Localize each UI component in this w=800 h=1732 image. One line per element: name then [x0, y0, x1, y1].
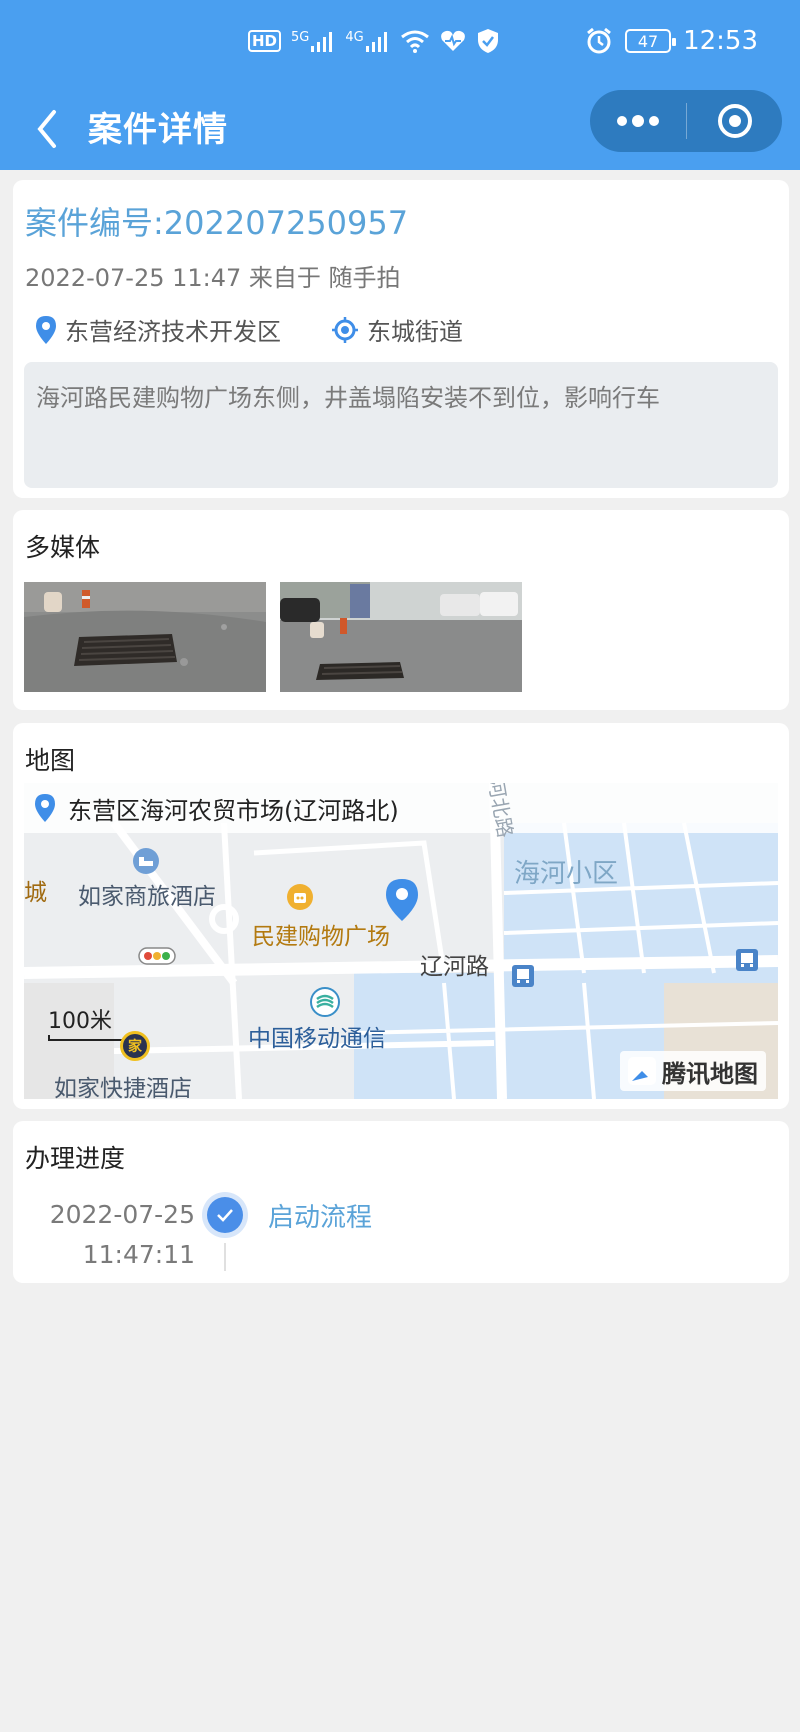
district-label: 东营经济技术开发区	[65, 318, 281, 346]
progress-date: 2022-07-25	[49, 1200, 195, 1229]
wifi-icon	[400, 30, 429, 53]
miniprogram-capsule	[590, 90, 782, 152]
media-card: 多媒体	[13, 510, 789, 710]
map-label-road1: 辽河路	[420, 954, 489, 980]
status-right: 47 12:53	[585, 26, 758, 56]
map-label-city: 城	[24, 880, 47, 906]
case-number: 案件编号:202207250957	[25, 204, 409, 242]
chevron-left-icon[interactable]	[28, 104, 68, 154]
tencent-map-badge: 腾讯地图	[620, 1051, 766, 1091]
district-tag: 东营经济技术开发区	[35, 312, 281, 347]
shield-icon	[477, 29, 498, 53]
close-button[interactable]	[687, 90, 782, 152]
photo-thumbnail-2[interactable]	[280, 582, 522, 692]
battery-level: 47	[637, 31, 659, 51]
street-tag: 东城街道	[331, 312, 463, 347]
bus-stop-icon	[736, 949, 758, 971]
progress-datetime: 2022-07-25 11:47:11	[50, 1195, 195, 1275]
shopping-icon	[287, 884, 313, 910]
signal-5g-icon: 5G	[291, 30, 335, 52]
map-label-hotel1: 如家商旅酒店	[78, 884, 216, 910]
more-button[interactable]	[590, 90, 686, 152]
case-info-card: 案件编号:202207250957 2022-07-25 11:47 来自于 随…	[13, 180, 789, 498]
photo-thumbnail-1[interactable]	[24, 582, 266, 692]
alarm-icon	[587, 27, 611, 54]
location-row: 东营经济技术开发区 东城街道	[35, 312, 513, 347]
tencent-map-logo-icon	[628, 1057, 656, 1085]
top-header: HD 5G 4G 47 12:53 案件详情	[0, 0, 800, 170]
progress-step-label: 启动流程	[268, 1203, 373, 1233]
signal-4g-label: 4G	[345, 30, 364, 45]
check-icon	[217, 1209, 233, 1222]
map-label-hotel2: 如家快捷酒店	[54, 1076, 192, 1099]
hotel-bed-icon	[133, 848, 159, 874]
location-marker-icon	[386, 879, 418, 921]
map-card: 地图 东营区海河农贸市场(辽河路北) 如家商旅酒店 城 民建购物广场 海河小区 …	[13, 723, 789, 1109]
map-title: 地图	[25, 746, 76, 775]
status-bar: HD 5G 4G 47 12:53	[0, 0, 800, 90]
traffic-light-icon	[138, 947, 176, 965]
more-dots-icon	[617, 115, 659, 127]
map-label-mall: 民建购物广场	[252, 924, 390, 950]
progress-check-dot	[207, 1197, 243, 1233]
case-meta: 2022-07-25 11:47 来自于 随手拍	[25, 264, 401, 292]
progress-card: 办理进度 2022-07-25 11:47:11 启动流程	[13, 1121, 789, 1283]
progress-title: 办理进度	[25, 1144, 126, 1173]
timeline-line	[224, 1243, 226, 1271]
signal-4g-icon: 4G	[345, 30, 389, 52]
map-scale-bar	[48, 1035, 132, 1041]
hotel2-marker-icon: 家	[120, 1031, 150, 1061]
signal-5g-label: 5G	[291, 30, 310, 45]
page-title: 案件详情	[88, 110, 228, 150]
map-pin-icon	[36, 315, 56, 344]
status-icons: HD 5G 4G	[248, 28, 500, 54]
battery-indicator: 47	[625, 29, 677, 53]
tencent-map-label: 腾讯地图	[662, 1059, 758, 1088]
map-label-community: 海河小区	[514, 859, 619, 889]
china-mobile-icon	[310, 987, 340, 1017]
map-label-mobile: 中国移动通信	[248, 1026, 386, 1052]
target-circle-icon	[717, 104, 752, 138]
map-address: 东营区海河农贸市场(辽河路北)	[68, 796, 399, 825]
street-label: 东城街道	[367, 318, 463, 346]
map-scale-label: 100米	[48, 1009, 112, 1034]
clock: 12:53	[683, 26, 758, 56]
progress-time: 11:47:11	[82, 1240, 195, 1269]
case-description: 海河路民建购物广场东侧，井盖塌陷安装不到位，影响行车	[24, 362, 778, 488]
location-target-icon	[332, 316, 358, 343]
media-title: 多媒体	[25, 533, 101, 562]
hd-badge: HD	[248, 30, 282, 52]
nav-bar: 案件详情	[0, 90, 800, 170]
heart-health-icon	[440, 30, 465, 51]
map-address-bar: 东营区海河农贸市场(辽河路北)	[24, 783, 778, 833]
bus-stop-icon	[512, 965, 534, 987]
map-pin-icon	[35, 794, 55, 822]
hotel2-badge-label: 家	[128, 1039, 142, 1055]
map-view[interactable]: 东营区海河农贸市场(辽河路北) 如家商旅酒店 城 民建购物广场 海河小区 河北路…	[24, 783, 778, 1099]
